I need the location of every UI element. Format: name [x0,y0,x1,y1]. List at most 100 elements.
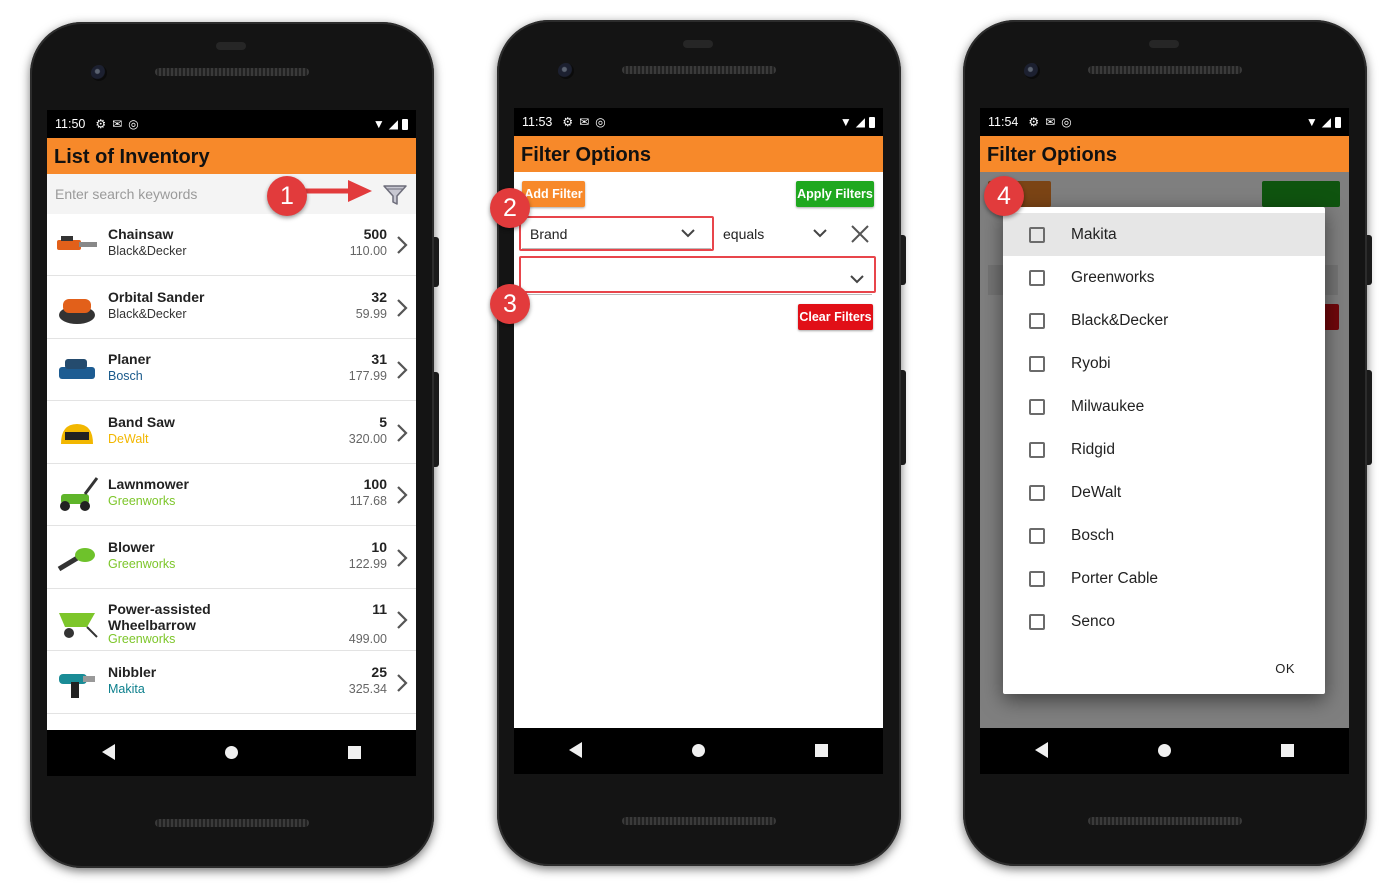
brand-option-row[interactable]: Milwaukee [1003,385,1325,428]
filter-operator-select[interactable]: equals [717,219,837,249]
list-item[interactable]: Nibbler Makita 25 325.34 [47,652,416,714]
settings-icon: ⚙ [1028,115,1040,129]
brand-option-row[interactable]: Greenworks [1003,256,1325,299]
checkbox[interactable] [1029,570,1045,587]
item-name: Blower [108,538,155,555]
screen-3: 11:54 ⚙ ✉ ◎ ▼ ◢ Filter Options Makita Gre… [980,108,1349,774]
app-bar-title: List of Inventory [47,138,416,174]
list-item[interactable]: Band Saw DeWalt 5 320.00 [47,402,416,464]
wifi-icon: ▼ [372,117,385,131]
remove-filter-close-icon[interactable] [849,223,871,245]
item-quantity: 500 [363,226,387,242]
chevron-right-icon [397,236,408,254]
checkbox[interactable] [1029,527,1045,544]
front-camera-icon [1024,63,1040,79]
phone-frame-1: 11:50 ⚙ ✉ ◎ ▼ ◢ List of Inventory Chains… [30,22,439,868]
item-quantity: 31 [371,351,387,367]
brand-option-label: Black&Decker [1071,311,1169,329]
brand-option-row[interactable]: Senco [1003,600,1325,643]
phone-frame-3: 11:54 ⚙ ✉ ◎ ▼ ◢ Filter Options Makita Gre… [963,20,1372,866]
brand-option-label: Porter Cable [1071,569,1159,587]
phone-frame-2: 11:53 ⚙ ✉ ◎ ▼ ◢ Filter Options Add Filte… [497,20,906,866]
list-item[interactable]: Planer Bosch 31 177.99 [47,339,416,401]
filter-operator-value: equals [723,226,765,242]
brand-option-label: Bosch [1071,526,1115,544]
brand-option-row[interactable]: Black&Decker [1003,299,1325,342]
app-bar-title: Filter Options [980,136,1349,172]
filter-funnel-icon[interactable] [382,182,408,208]
brand-option-row[interactable]: Bosch [1003,514,1325,557]
brand-option-row[interactable]: Ryobi [1003,342,1325,385]
sync-icon: ◎ [128,117,139,131]
brand-option-row[interactable]: Ridgid [1003,428,1325,471]
item-brand: Black&Decker [108,244,187,258]
checkbox[interactable] [1029,613,1045,630]
nibbler-icon [59,673,95,698]
brand-option-row[interactable]: Porter Cable [1003,557,1325,600]
front-camera-icon [558,63,574,79]
home-nav-icon[interactable] [1158,743,1171,757]
recents-nav-icon[interactable] [348,745,361,759]
blower-icon [57,547,95,571]
back-nav-icon[interactable] [1035,742,1048,758]
checkbox[interactable] [1029,441,1045,458]
home-nav-icon[interactable] [225,745,238,759]
home-nav-icon[interactable] [692,743,705,757]
back-nav-icon[interactable] [569,742,582,758]
system-nav-bar [980,728,1349,772]
recents-nav-icon[interactable] [1281,743,1294,757]
speaker-grille [155,68,309,76]
sander-icon [59,298,95,324]
planer-icon [59,359,95,379]
settings-icon: ⚙ [95,117,107,131]
checkbox[interactable] [1029,312,1045,329]
add-filter-button[interactable]: Add Filter [522,181,585,207]
list-item[interactable]: Chainsaw Black&Decker 500 110.00 [47,214,416,276]
apply-filters-button[interactable]: Apply Filters [796,181,874,207]
wifi-icon: ▼ [839,115,852,129]
volume-button [1367,235,1372,285]
earpiece-notch [1149,40,1179,48]
list-item[interactable]: Power-assisted Wheelbarrow Greenworks 11 49… [47,589,416,651]
brand-option-row[interactable]: Makita [1003,213,1325,256]
chevron-right-icon [397,486,408,504]
status-time: 11:53 [522,115,553,129]
chevron-right-icon [397,673,408,692]
bottom-speaker-grille [1088,817,1242,825]
item-quantity: 11 [372,601,387,617]
bottom-speaker-grille [155,819,309,827]
status-bar: 11:53 ⚙ ✉ ◎ ▼ ◢ [514,108,883,136]
clear-filters-button[interactable]: Clear Filters [798,304,873,330]
chainsaw-icon [57,236,97,250]
checkbox[interactable] [1029,226,1045,243]
list-item[interactable]: Blower Greenworks 10 122.99 [47,527,416,589]
system-nav-bar [514,728,883,772]
list-item[interactable]: Lawnmower Greenworks 100 117.68 [47,464,416,526]
chevron-right-icon [397,361,408,379]
status-bar: 11:50 ⚙ ✉ ◎ ▼ ◢ [47,110,416,138]
status-bar: 11:54 ⚙ ✉ ◎ ▼ ◢ [980,108,1349,136]
checkbox[interactable] [1029,398,1045,415]
power-button [434,372,439,467]
checkbox[interactable] [1029,355,1045,372]
item-brand: DeWalt [108,431,149,446]
battery-icon [402,118,408,130]
item-brand: Black&Decker [108,306,187,321]
volume-button [901,235,906,285]
brand-option-row[interactable]: DeWalt [1003,471,1325,514]
checkbox[interactable] [1029,484,1045,501]
power-button [901,370,906,465]
bottom-speaker-grille [622,817,776,825]
item-brand: Greenworks [108,632,176,646]
item-brand: Makita [108,681,145,696]
item-quantity: 5 [379,413,387,430]
callout-badge-1: 1 [267,176,307,216]
battery-icon [1335,116,1341,128]
item-quantity: 25 [371,663,387,680]
back-nav-icon[interactable] [102,744,115,760]
recents-nav-icon[interactable] [815,743,828,757]
list-item[interactable]: Orbital Sander Black&Decker 32 59.99 [47,277,416,339]
ok-button[interactable]: OK [1275,661,1295,676]
checkbox[interactable] [1029,269,1045,286]
inventory-list: Chainsaw Black&Decker 500 110.00 Orbital San… [47,174,416,730]
